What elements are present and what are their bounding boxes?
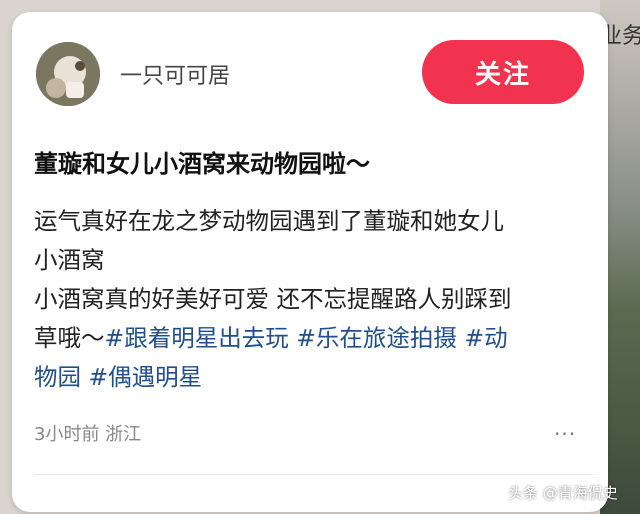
post-body: 运气真好在龙之梦动物园遇到了董璇和她女儿 小酒窝 小酒窝真的好美好可爱 还不忘提… [34,202,596,397]
post-meta: 3小时前 浙江 [34,424,142,445]
author-name[interactable]: 一只可可居 [120,58,230,90]
hashtag-link[interactable]: #乐在旅途拍摄 [296,324,457,352]
hashtag-link[interactable]: 物园 [34,363,81,391]
body-line: 小酒窝真的好美好可爱 还不忘提醒路人别踩到 [34,285,512,313]
body-text-segment: 草哦～ [34,324,105,352]
body-line: 运气真好在龙之梦动物园遇到了董璇和她女儿 [34,207,504,235]
post-card: 一只可可居 关注 董璇和女儿小酒窝来动物园啦～ 运气真好在龙之梦动物园遇到了董璇… [12,12,608,512]
avatar-image-icon [36,42,100,106]
hashtag-link[interactable]: #动 [464,324,507,352]
more-options-icon[interactable]: ··· [554,422,576,446]
post-title: 董璇和女儿小酒窝来动物园啦～ [34,150,370,178]
watermark: 头条 @青海侃史 [508,484,618,502]
hashtag-link[interactable]: #跟着明星出去玩 [105,324,289,352]
body-line: 小酒窝 [34,246,105,274]
follow-button[interactable]: 关注 [422,40,584,104]
body-line: 物园 #偶遇明星 [34,358,596,397]
body-line: 草哦～#跟着明星出去玩 #乐在旅途拍摄 #动 [34,319,596,358]
author-avatar[interactable] [36,42,100,106]
hashtag-link[interactable]: #偶遇明星 [88,363,202,391]
divider [34,474,596,475]
